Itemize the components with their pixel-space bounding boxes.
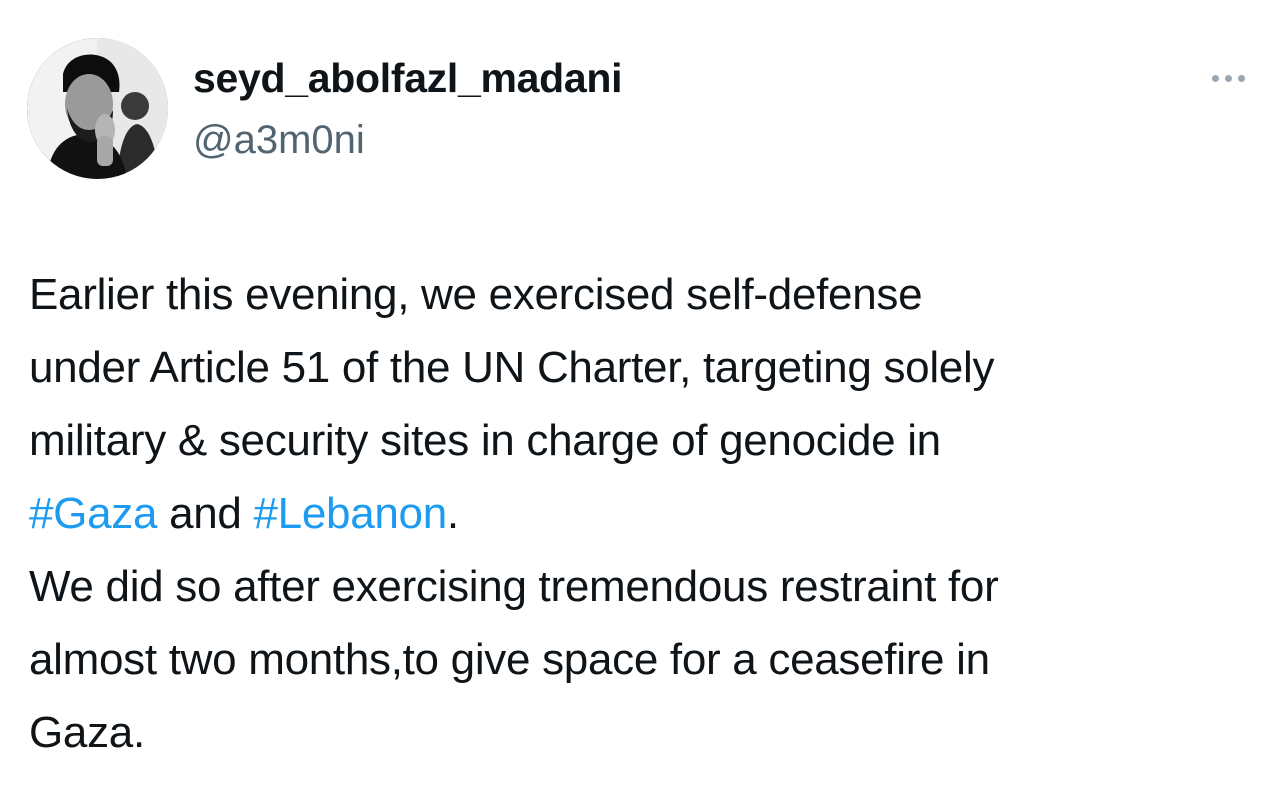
and-text: and [157, 489, 254, 538]
hashtag-lebanon-link[interactable]: #Lebanon [254, 489, 448, 538]
tweet-line: Earlier this evening, we exercised self-… [29, 270, 923, 319]
tweet-line: military & security sites in charge of g… [29, 416, 941, 465]
tweet-text: Earlier this evening, we exercised self-… [29, 258, 1269, 769]
author-display-name[interactable]: seyd_abolfazl_madani [193, 50, 623, 106]
period-text: . [446, 489, 459, 538]
tweet-line-hashtags: #Gaza and #Lebanon. [29, 477, 1269, 550]
avatar-image [27, 38, 168, 179]
tweet-line: almost two months,to give space for a ce… [29, 635, 990, 684]
tweet-line: We did so after exercising tremendous re… [29, 562, 999, 611]
author-handle[interactable]: @a3m0ni [193, 112, 365, 168]
dot [1211, 74, 1219, 82]
more-horizontal-icon [1211, 74, 1245, 82]
dot [1237, 74, 1245, 82]
tweet-line: under Article 51 of the UN Charter, targ… [29, 343, 995, 392]
author-avatar[interactable] [27, 38, 168, 179]
tweet-line: Gaza. [29, 708, 145, 757]
more-options-button[interactable] [1198, 58, 1258, 98]
hashtag-gaza-link[interactable]: #Gaza [29, 489, 157, 538]
tweet-card: seyd_abolfazl_madani @a3m0ni Earlier thi… [0, 0, 1280, 804]
dot [1224, 74, 1232, 82]
